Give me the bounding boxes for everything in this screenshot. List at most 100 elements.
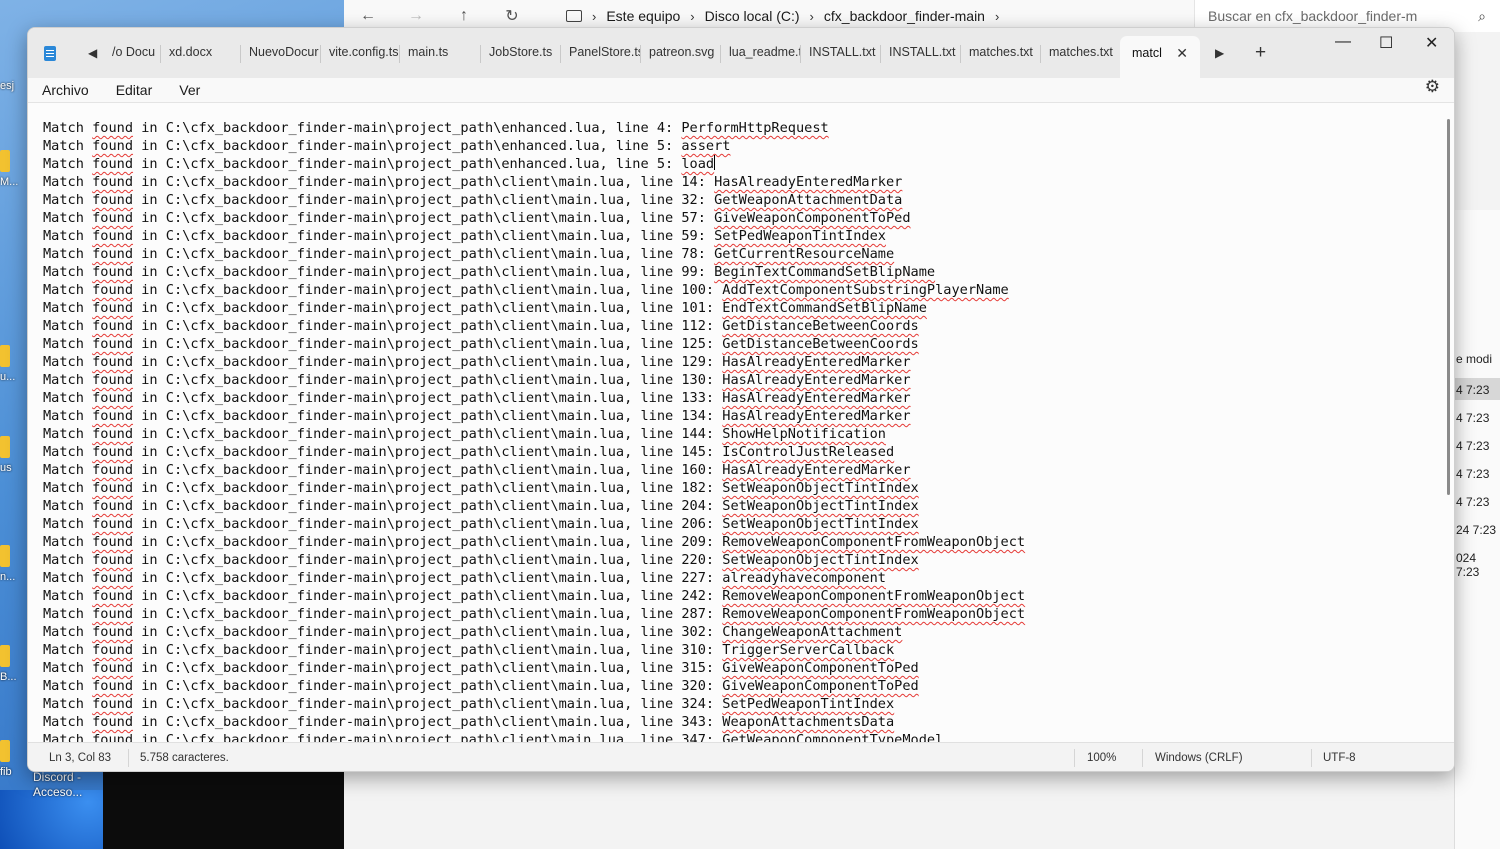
- text-line: Match found in C:\cfx_backdoor_finder-ma…: [43, 497, 1025, 515]
- text-line: Match found in C:\cfx_backdoor_finder-ma…: [43, 173, 1025, 191]
- back-arrow-icon[interactable]: ←: [344, 7, 392, 25]
- new-tab-button[interactable]: +: [1255, 42, 1266, 64]
- breadcrumb-local-disk[interactable]: Disco local (C:): [705, 8, 800, 24]
- line-word-found: found: [92, 426, 134, 442]
- discord-shortcut[interactable]: Discord - Acceso...: [33, 770, 82, 800]
- line-word-found: found: [92, 642, 134, 658]
- search-icon: ⌕: [1478, 8, 1486, 24]
- breadcrumb-folder[interactable]: cfx_backdoor_finder-main: [824, 8, 985, 24]
- menu-view[interactable]: Ver: [179, 82, 200, 98]
- line-prefix: Match: [43, 642, 93, 658]
- text-line: Match found in C:\cfx_backdoor_finder-ma…: [43, 515, 1025, 533]
- line-function-name: HasAlreadyEnteredMarker: [714, 174, 903, 190]
- tab-document[interactable]: main.ts: [399, 45, 480, 63]
- line-prefix: Match: [43, 444, 93, 460]
- desktop-icon[interactable]: M...: [0, 150, 28, 188]
- computer-icon[interactable]: [566, 10, 582, 22]
- text-line: Match found in C:\cfx_backdoor_finder-ma…: [43, 245, 1025, 263]
- line-word-found: found: [92, 480, 134, 496]
- tab-document[interactable]: matches.txt: [960, 45, 1040, 63]
- line-path: in C:\cfx_backdoor_finder-main\project_p…: [133, 516, 723, 532]
- line-word-found: found: [92, 192, 134, 208]
- line-word-found: found: [92, 174, 134, 190]
- line-function-name: HasAlreadyEnteredMarker: [722, 354, 911, 370]
- tab-document[interactable]: lua_readme.t: [720, 45, 800, 63]
- close-tab-icon[interactable]: ✕: [1176, 45, 1188, 62]
- tab-scroll-left-icon[interactable]: ◀: [88, 46, 97, 60]
- tab-document[interactable]: xd.docx: [160, 45, 240, 63]
- minimize-button[interactable]: —: [1335, 33, 1351, 51]
- encoding[interactable]: UTF-8: [1323, 752, 1356, 764]
- breadcrumb-this-pc[interactable]: Este equipo: [606, 8, 680, 24]
- line-ending[interactable]: Windows (CRLF): [1155, 752, 1243, 764]
- line-word-found: found: [92, 714, 134, 730]
- chevron-right-icon[interactable]: ›: [690, 9, 694, 24]
- desktop-icon[interactable]: us: [0, 436, 28, 474]
- status-bar: Ln 3, Col 83 5.758 caracteres. 100% Wind…: [28, 742, 1454, 771]
- desktop-icon[interactable]: fib: [0, 740, 28, 778]
- tab-label: matches.txt: [969, 45, 1033, 59]
- line-prefix: Match: [43, 318, 93, 334]
- line-function-name: BeginTextCommandSetBlipName: [714, 264, 936, 280]
- menu-file[interactable]: Archivo: [42, 82, 89, 98]
- line-prefix: Match: [43, 156, 93, 172]
- line-path: in C:\cfx_backdoor_finder-main\project_p…: [133, 318, 723, 334]
- tab-document[interactable]: PanelStore.ts: [560, 45, 640, 63]
- desktop-icon[interactable]: u...: [0, 345, 28, 383]
- tab-label: vite.config.ts: [329, 45, 399, 59]
- tab-document[interactable]: matches.txt: [1040, 45, 1120, 63]
- tab-document[interactable]: NuevoDocur: [240, 45, 320, 63]
- line-prefix: Match: [43, 120, 93, 136]
- line-prefix: Match: [43, 246, 93, 262]
- line-prefix: Match: [43, 210, 93, 226]
- line-prefix: Match: [43, 624, 93, 640]
- close-window-button[interactable]: ✕: [1425, 33, 1438, 53]
- line-function-name: RemoveWeaponComponentFromWeaponObject: [722, 534, 1026, 550]
- chevron-right-icon[interactable]: ›: [592, 9, 596, 24]
- line-function-name: GetWeaponComponentTypeModel: [722, 732, 944, 742]
- forward-arrow-icon[interactable]: →: [392, 7, 440, 25]
- menu-edit[interactable]: Editar: [116, 82, 153, 98]
- line-function-name: RemoveWeaponComponentFromWeaponObject: [722, 606, 1026, 622]
- refresh-icon[interactable]: ↻: [488, 6, 536, 26]
- tab-document[interactable]: /o Docu: [104, 45, 160, 63]
- tab-document[interactable]: INSTALL.txt: [800, 45, 880, 63]
- chevron-right-icon[interactable]: ›: [810, 9, 814, 24]
- tab-document[interactable]: patreon.svg: [640, 45, 720, 63]
- chevron-right-icon[interactable]: ›: [995, 9, 999, 24]
- tab-document[interactable]: vite.config.ts: [320, 45, 399, 63]
- desktop-icon[interactable]: n...: [0, 545, 28, 583]
- text-line: Match found in C:\cfx_backdoor_finder-ma…: [43, 299, 1025, 317]
- settings-gear-icon[interactable]: ⚙: [1425, 77, 1440, 97]
- line-word-found: found: [92, 300, 134, 316]
- line-prefix: Match: [43, 372, 93, 388]
- text-line: Match found in C:\cfx_backdoor_finder-ma…: [43, 695, 1025, 713]
- desktop-icon-label: B...: [0, 671, 17, 683]
- line-prefix: Match: [43, 282, 93, 298]
- tab-document[interactable]: JobStore.ts: [480, 45, 560, 63]
- vertical-scrollbar[interactable]: [1447, 119, 1450, 495]
- line-function-name: assert: [681, 138, 731, 154]
- tab-active[interactable]: matcl ✕: [1120, 36, 1200, 78]
- text-line: Match found in C:\cfx_backdoor_finder-ma…: [43, 479, 1025, 497]
- text-line: Match found in C:\cfx_backdoor_finder-ma…: [43, 335, 1025, 353]
- up-arrow-icon[interactable]: ↑: [440, 7, 488, 25]
- desktop-icon[interactable]: B...: [0, 645, 28, 683]
- maximize-button[interactable]: ☐: [1379, 33, 1393, 53]
- desktop-icon[interactable]: esj: [0, 80, 28, 92]
- line-prefix: Match: [43, 588, 93, 604]
- line-word-found: found: [92, 660, 134, 676]
- tab-scroll-right-icon[interactable]: ▶: [1215, 46, 1224, 60]
- tab-label: INSTALL.txt: [889, 45, 956, 59]
- text-line: Match found in C:\cfx_backdoor_finder-ma…: [43, 641, 1025, 659]
- line-word-found: found: [92, 624, 134, 640]
- column-header-modified[interactable]: e modi: [1456, 352, 1492, 366]
- line-function-name: SetPedWeaponTintIndex: [722, 696, 895, 712]
- desktop-icon-label: M...: [0, 176, 19, 188]
- zoom-level[interactable]: 100%: [1087, 752, 1116, 764]
- text-line: Match found in C:\cfx_backdoor_finder-ma…: [43, 281, 1025, 299]
- tab-document[interactable]: INSTALL.txt: [880, 45, 960, 63]
- desktop-icon-label: esj: [0, 80, 15, 92]
- line-word-found: found: [92, 732, 134, 742]
- text-editor[interactable]: Match found in C:\cfx_backdoor_finder-ma…: [28, 102, 1454, 742]
